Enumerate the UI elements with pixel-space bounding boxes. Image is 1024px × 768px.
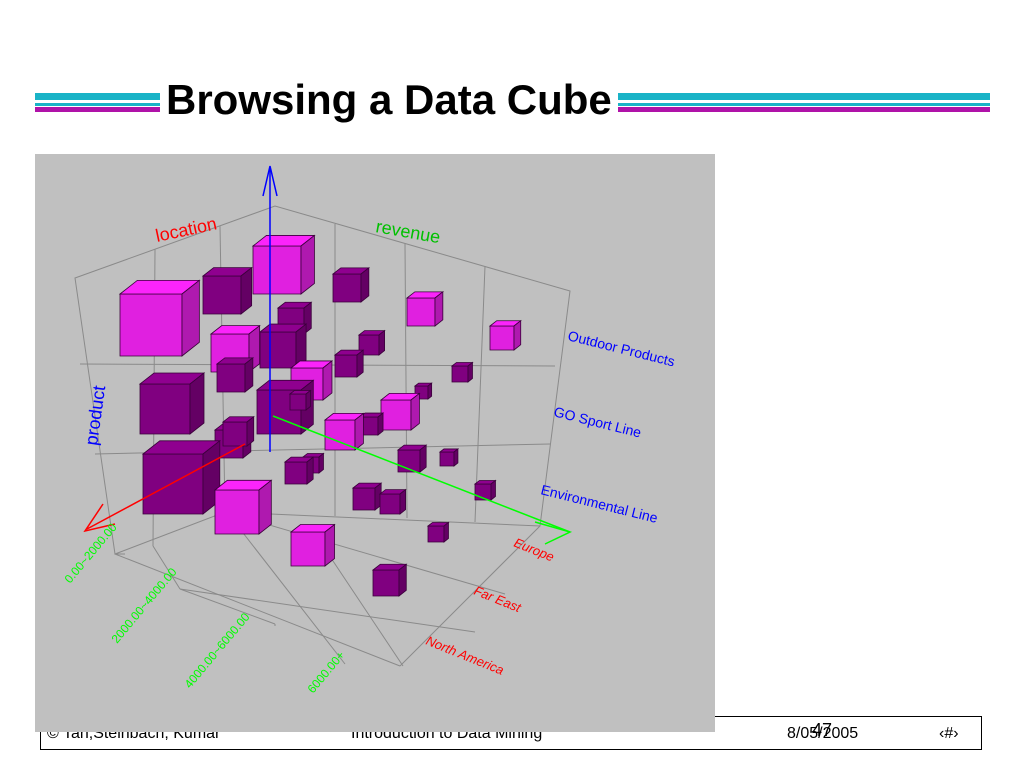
data-cube-cell xyxy=(283,456,315,485)
data-cube-cell xyxy=(213,479,273,535)
data-cube-cell xyxy=(138,372,206,435)
data-cube-cell xyxy=(450,361,474,383)
data-cube-cell xyxy=(221,415,255,447)
data-cube-cell xyxy=(488,319,522,351)
location-label-europe: Europe xyxy=(512,535,556,565)
data-cube-cell xyxy=(473,479,497,501)
data-cube-cell xyxy=(438,448,460,467)
data-cube-cell xyxy=(405,291,444,327)
product-label-go-sport: GO Sport Line xyxy=(552,403,643,440)
data-cube-cell xyxy=(215,357,254,393)
product-label-outdoor: Outdoor Products xyxy=(566,327,676,369)
axis-title-product: product xyxy=(81,384,109,446)
data-cube-cell xyxy=(201,266,253,315)
data-cube-cell xyxy=(333,349,365,378)
data-cube-cell xyxy=(288,389,312,411)
data-cube-cell xyxy=(371,563,408,597)
axis-title-revenue: revenue xyxy=(374,216,442,247)
product-label-environmental: Environmental Line xyxy=(539,481,659,526)
axis-title-location: location xyxy=(154,213,219,245)
data-cube-cell xyxy=(251,234,316,295)
data-cube-cell xyxy=(331,267,370,303)
data-cube-cell xyxy=(289,523,336,567)
data-cube-cell xyxy=(426,521,450,543)
data-cube-cell xyxy=(379,392,421,431)
data-cube-figure: location revenue product Outdoor Product… xyxy=(35,154,715,732)
data-cube-svg: location revenue product Outdoor Product… xyxy=(62,165,677,696)
data-cube-cell xyxy=(118,279,201,357)
data-cube-cell xyxy=(351,482,383,511)
data-cube-cell xyxy=(396,444,428,473)
data-cube-cell xyxy=(378,488,407,515)
revenue-label-3: 6000.00+ xyxy=(305,648,348,696)
slide-number: 47 xyxy=(812,720,833,740)
slide-title: Browsing a Data Cube xyxy=(160,76,618,124)
location-label-far-east: Far East xyxy=(472,583,524,616)
revenue-label-1: 2000.00~4000.00 xyxy=(109,565,180,646)
revenue-label-2: 4000.00~6000.00 xyxy=(182,610,253,691)
location-label-north-america: North America xyxy=(424,633,506,678)
cube-cells xyxy=(118,234,522,597)
footer-slide-marker: ‹#› xyxy=(939,725,959,742)
